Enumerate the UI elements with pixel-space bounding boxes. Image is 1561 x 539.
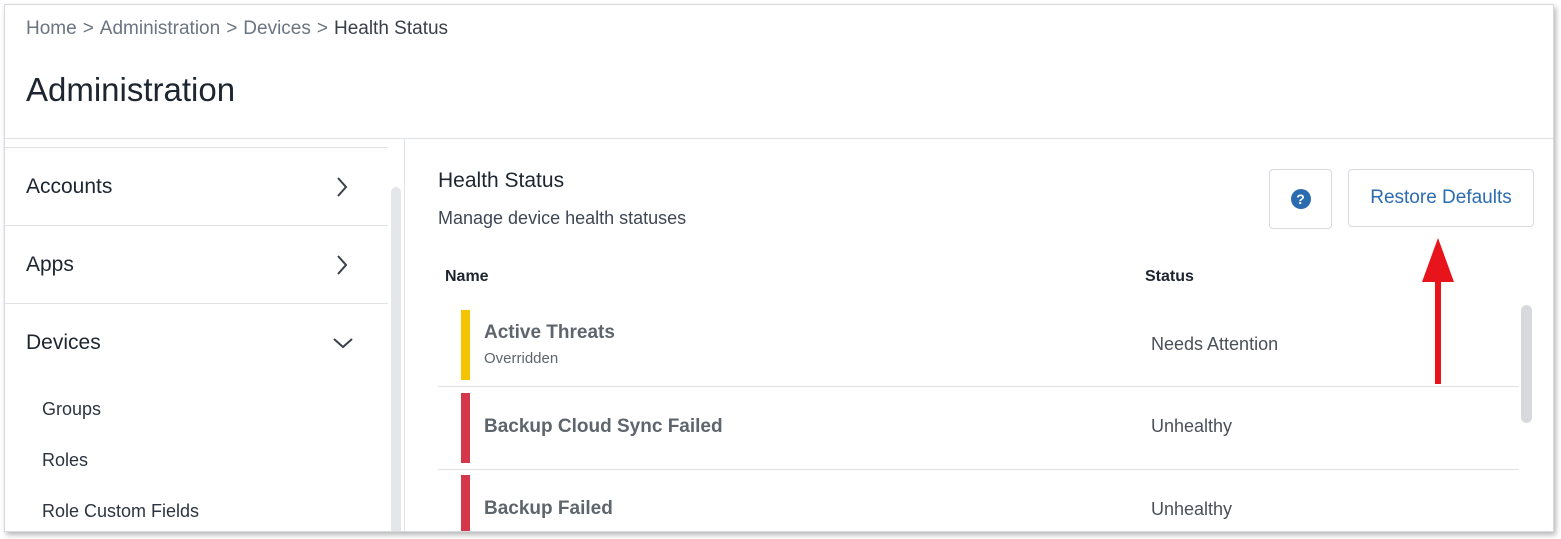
row-name: Active Threats [484,322,615,343]
chevron-down-icon [332,337,354,349]
status-color-bar [461,393,470,463]
section-subtitle: Manage device health statuses [438,208,687,228]
chevron-right-icon [336,254,348,276]
column-header-status: Status [1145,268,1194,285]
row-subtext: Overridden [484,350,559,367]
table-row[interactable]: Backup Cloud Sync Failed Unhealthy [438,387,1519,470]
breadcrumb-separator: > [226,18,238,39]
breadcrumb-devices[interactable]: Devices [243,18,311,40]
sidebar-item-label: Accounts [26,174,113,198]
table-row[interactable]: Active Threats Overridden Needs Attentio… [438,304,1519,387]
restore-defaults-button[interactable]: Restore Defaults [1348,169,1534,227]
row-name: Backup Cloud Sync Failed [484,416,723,437]
breadcrumb-administration[interactable]: Administration [100,18,220,40]
question-mark-icon: ? [1290,189,1311,209]
sidebar-item-accounts[interactable]: Accounts [5,148,388,226]
breadcrumb-separator: > [316,18,328,39]
status-color-bar [461,310,470,380]
breadcrumb-separator: > [82,18,94,39]
column-header-name: Name [445,268,489,285]
row-status: Needs Attention [1151,334,1279,354]
sidebar-subitem-roles[interactable]: Roles [42,450,88,471]
sidebar-item-label: Apps [26,252,74,276]
sidebar-item-devices[interactable]: Devices [5,304,388,381]
app-window: Home > Administration > Devices > Health… [4,4,1554,532]
sidebar-item-label: Devices [26,330,101,354]
sidebar: Accounts Apps Devices Groups Roles Role … [5,139,405,531]
row-status: Unhealthy [1151,499,1233,519]
sidebar-item-apps[interactable]: Apps [5,226,388,304]
page-title: Administration [26,71,236,108]
annotation-arrow-icon [1422,238,1454,384]
breadcrumb-home[interactable]: Home [26,18,77,40]
section-title: Health Status [438,169,565,192]
main-content: Health Status Manage device health statu… [405,139,1553,531]
row-name: Backup Failed [484,498,613,519]
breadcrumb: Home > Administration > Devices > Health… [26,18,448,40]
chevron-right-icon [336,176,348,198]
status-color-bar [461,475,470,531]
sidebar-scrollbar[interactable] [391,187,401,531]
breadcrumb-current: Health Status [333,18,449,39]
table-row[interactable]: Backup Failed Unhealthy [438,469,1519,531]
content-scrollbar[interactable] [1521,305,1532,423]
row-status: Unhealthy [1151,416,1233,436]
sidebar-subitem-role-custom-fields[interactable]: Role Custom Fields [42,501,199,522]
help-button[interactable]: ? [1269,169,1332,229]
sidebar-subitem-groups[interactable]: Groups [42,399,101,420]
